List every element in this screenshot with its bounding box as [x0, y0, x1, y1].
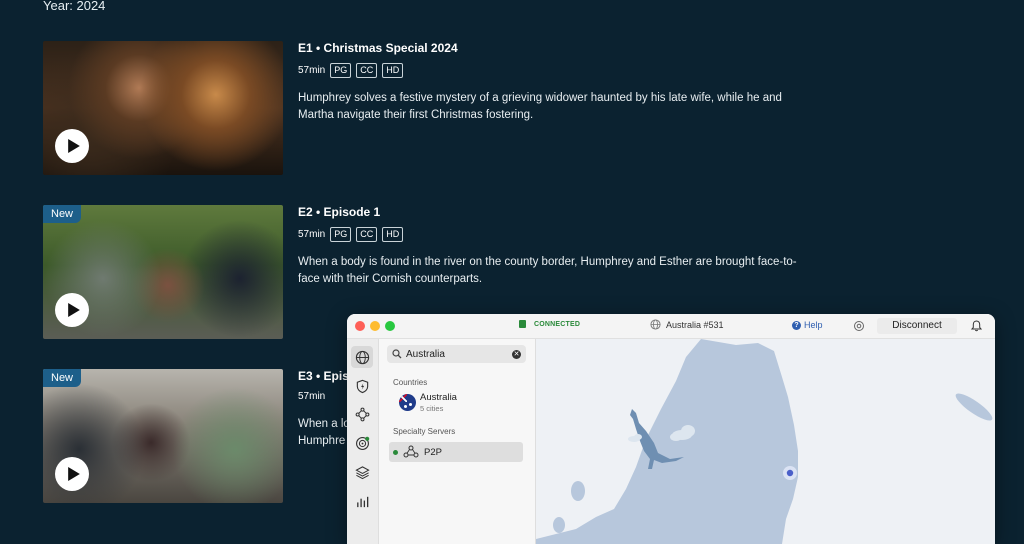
sidebar-item-dark-web-monitor[interactable]	[351, 432, 373, 454]
server-label[interactable]: Australia #531	[650, 319, 724, 330]
land-mass	[536, 339, 798, 544]
connection-status-text: CONNECTED	[534, 320, 581, 328]
episode-description: Humphrey solves a festive mystery of a g…	[298, 92, 782, 121]
specialty-item-label: P2P	[424, 446, 442, 458]
server-location-pin[interactable]	[786, 469, 794, 477]
episode-duration: 57min	[298, 391, 326, 402]
play-icon	[67, 303, 80, 317]
episode-duration: 57min	[298, 229, 326, 240]
clear-search-icon[interactable]: ✕	[512, 349, 521, 359]
island	[553, 517, 565, 533]
connected-indicator	[393, 449, 398, 455]
island	[571, 481, 585, 501]
country-panel: Australia ✕ Countries Australia 5 cities…	[379, 339, 536, 544]
island	[955, 393, 993, 421]
play-button[interactable]	[55, 293, 89, 327]
specialty-item-p2p[interactable]: P2P	[389, 442, 523, 462]
sidebar-item-statistics[interactable]	[351, 490, 373, 512]
zoom-window-button[interactable]	[385, 321, 395, 331]
lock-icon	[519, 320, 526, 328]
country-item-australia[interactable]: Australia 5 cities	[399, 392, 457, 413]
disconnect-button[interactable]: Disconnect	[877, 318, 957, 334]
globe-icon	[355, 350, 369, 364]
new-badge: New	[43, 369, 82, 387]
episode-title[interactable]: E1 • Christmas Special 2024	[298, 41, 818, 55]
country-name: Australia	[420, 392, 457, 403]
cc-tag: CC	[356, 227, 378, 242]
world-map[interactable]	[536, 339, 995, 544]
sidebar-item-meshnet[interactable]	[351, 403, 373, 425]
play-button[interactable]	[55, 129, 89, 163]
help-icon: ?	[792, 320, 801, 330]
mesh-network-icon	[355, 407, 369, 421]
privacy-icon[interactable]	[853, 320, 865, 332]
hd-tag: HD	[382, 63, 404, 78]
search-box[interactable]: Australia ✕	[387, 345, 526, 363]
search-icon	[392, 349, 402, 359]
vpn-window[interactable]: CONNECTED Australia #531 ? Help Disconne…	[347, 314, 995, 544]
map-canvas[interactable]	[536, 339, 995, 544]
layers-icon	[354, 465, 370, 479]
year-label: Year: 2024	[43, 0, 106, 13]
country-city-count: 5 cities	[420, 404, 444, 413]
cc-tag: CC	[356, 63, 378, 78]
episode-thumbnail[interactable]: New	[43, 205, 283, 339]
rating-tag: PG	[330, 227, 352, 242]
target-icon	[355, 436, 369, 450]
help-label: Help	[804, 320, 823, 330]
countries-section-label: Countries	[393, 378, 428, 387]
title-bar[interactable]: CONNECTED Australia #531 ? Help Disconne…	[347, 314, 995, 339]
specialty-section-label: Specialty Servers	[393, 427, 456, 436]
australia-flag-icon	[399, 394, 416, 411]
globe-icon	[650, 319, 661, 330]
cloud-icon	[628, 434, 642, 442]
p2p-icon	[403, 445, 419, 458]
search-input[interactable]: Australia	[406, 349, 512, 360]
play-button[interactable]	[55, 457, 89, 491]
new-badge: New	[43, 205, 82, 223]
shield-bolt-icon	[356, 379, 368, 393]
play-icon	[67, 139, 80, 153]
sidebar-item-threat-protection[interactable]	[351, 375, 373, 397]
episode-thumbnail[interactable]: New	[43, 369, 283, 503]
close-window-button[interactable]	[355, 321, 365, 331]
server-name: Australia #531	[666, 319, 724, 330]
episode-row-1[interactable]: E1 • Christmas Special 2024 57min PG CC …	[43, 41, 843, 177]
sidebar-item-split-tunneling[interactable]	[351, 461, 373, 483]
connection-status: CONNECTED	[519, 320, 580, 328]
episode-thumbnail[interactable]	[43, 41, 283, 175]
sidebar-rail	[347, 339, 379, 544]
rating-tag: PG	[330, 63, 352, 78]
help-link[interactable]: ? Help	[792, 320, 823, 330]
play-icon	[67, 467, 80, 481]
stats-icon	[356, 496, 368, 507]
hd-tag: HD	[382, 227, 404, 242]
episode-title[interactable]: E2 • Episode 1	[298, 205, 818, 219]
sidebar-item-countries[interactable]	[351, 346, 373, 368]
episode-description: When a body is found in the river on the…	[298, 256, 797, 285]
bell-icon[interactable]	[971, 320, 982, 332]
minimize-window-button[interactable]	[370, 321, 380, 331]
episode-duration: 57min	[298, 65, 326, 76]
